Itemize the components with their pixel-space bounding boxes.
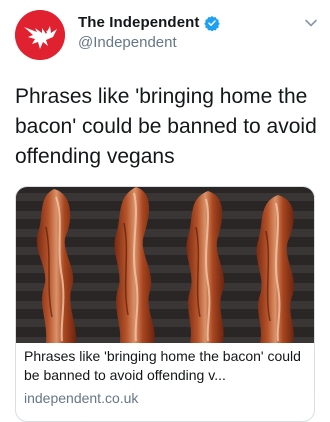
eagle-logo-icon	[15, 10, 65, 60]
avatar[interactable]	[15, 10, 65, 60]
link-card-text[interactable]: Phrases like 'bringing home the bacon' c…	[24, 347, 308, 408]
link-card-title[interactable]: Phrases like 'bringing home the bacon' c…	[24, 347, 308, 385]
chevron-down-icon[interactable]	[304, 16, 318, 30]
author-name-row[interactable]: The Independent	[78, 14, 220, 31]
author-display-name[interactable]: The Independent	[78, 14, 200, 31]
verified-badge-icon	[203, 15, 220, 31]
link-card-domain[interactable]: independent.co.uk	[24, 388, 308, 408]
tweet-text: Phrases like 'bringing home the bacon' c…	[15, 85, 317, 168]
link-card-image	[16, 187, 314, 343]
author-handle[interactable]: @Independent	[78, 34, 177, 51]
tweet-header: The Independent @Independent	[0, 0, 330, 70]
link-card[interactable]: Phrases like 'bringing home the bacon' c…	[15, 186, 315, 422]
